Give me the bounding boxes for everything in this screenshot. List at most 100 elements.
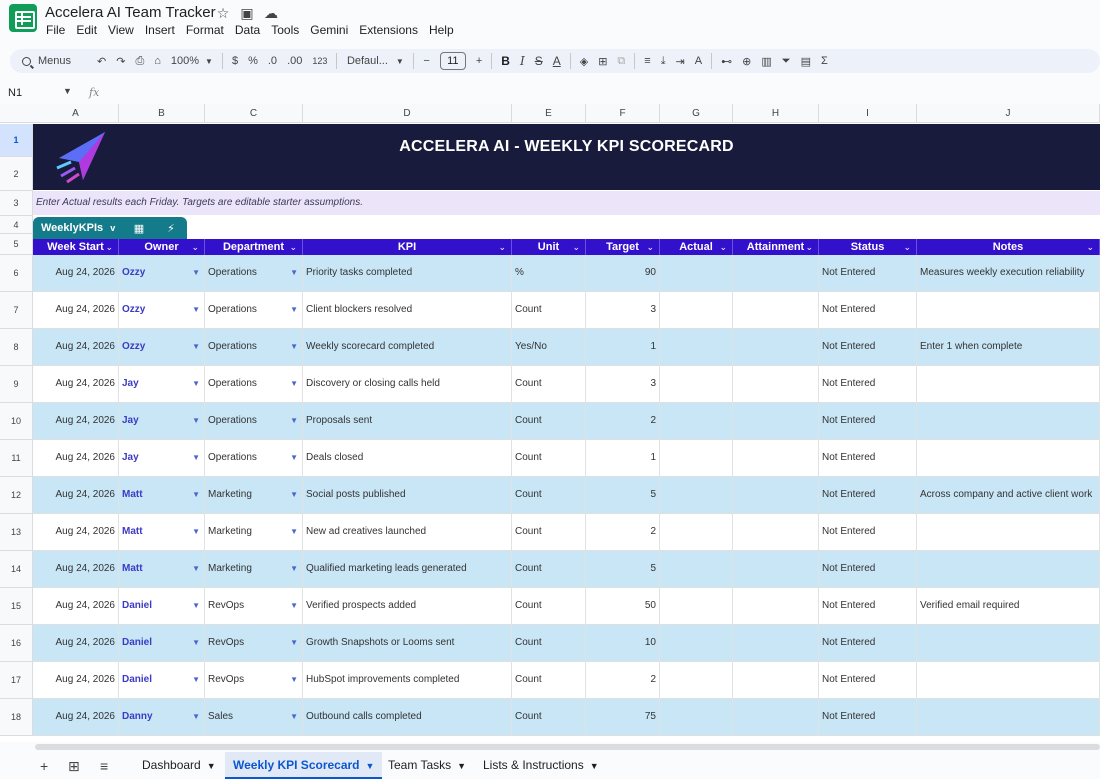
row-header-2[interactable]: 2 xyxy=(0,157,33,191)
undo-icon[interactable]: ↶ xyxy=(92,49,111,73)
owner-cell[interactable]: Ozzy ▼ xyxy=(119,329,205,365)
notes-cell[interactable] xyxy=(917,514,1100,550)
insert-link-icon[interactable]: ⊷ xyxy=(716,49,737,73)
status-cell[interactable]: Not Entered xyxy=(819,514,917,550)
column-header-i[interactable]: I xyxy=(819,104,917,123)
menu-file[interactable]: File xyxy=(46,23,65,37)
percent-format-button[interactable]: % xyxy=(243,49,263,73)
search-menus-button[interactable]: Menus xyxy=(10,49,92,73)
kpi-cell[interactable]: Deals closed xyxy=(303,440,512,476)
week-start-cell[interactable]: Aug 24, 2026 xyxy=(33,292,119,328)
notes-cell[interactable] xyxy=(917,699,1100,735)
text-rotation-icon[interactable]: A xyxy=(690,49,707,73)
sheet-tab-weekly-kpi-scorecard[interactable]: Weekly KPI Scorecard ▼ xyxy=(225,752,383,779)
actual-cell[interactable] xyxy=(660,662,733,698)
target-cell[interactable]: 3 xyxy=(586,366,660,402)
notes-cell[interactable] xyxy=(917,625,1100,661)
decrease-decimal-button[interactable]: .0 xyxy=(263,49,282,73)
paint-format-icon[interactable]: ⌂ xyxy=(149,49,166,73)
target-cell[interactable]: 50 xyxy=(586,588,660,624)
table-header-cell[interactable]: Attainment ⌄ xyxy=(733,239,819,255)
dropdown-chevron-icon[interactable]: ▼ xyxy=(192,440,200,476)
unit-cell[interactable]: Count xyxy=(512,625,586,661)
actual-cell[interactable] xyxy=(660,329,733,365)
actual-cell[interactable] xyxy=(660,477,733,513)
document-title[interactable]: Accelera AI Team Tracker xyxy=(45,4,216,21)
column-header-f[interactable]: F xyxy=(586,104,660,123)
functions-icon[interactable]: Σ xyxy=(816,49,833,73)
column-filter-chevron-icon[interactable]: ⌄ xyxy=(1086,239,1094,255)
italic-button[interactable]: I xyxy=(515,49,530,73)
table-header-cell[interactable]: Actual ⌄ xyxy=(660,239,733,255)
notes-cell[interactable] xyxy=(917,366,1100,402)
dropdown-chevron-icon[interactable]: ▼ xyxy=(192,699,200,735)
owner-cell[interactable]: Danny ▼ xyxy=(119,699,205,735)
kpi-cell[interactable]: HubSpot improvements completed xyxy=(303,662,512,698)
unit-cell[interactable]: Count xyxy=(512,477,586,513)
dropdown-chevron-icon[interactable]: ▼ xyxy=(290,551,298,587)
dropdown-chevron-icon[interactable]: ▼ xyxy=(290,366,298,402)
table-header-cell[interactable]: KPI ⌄ xyxy=(303,239,512,255)
unit-cell[interactable]: Count xyxy=(512,662,586,698)
attainment-cell[interactable] xyxy=(733,403,819,439)
add-sheet-icon[interactable]: + xyxy=(40,758,48,774)
notes-cell[interactable] xyxy=(917,662,1100,698)
status-cell[interactable]: Not Entered xyxy=(819,292,917,328)
row-header-18[interactable]: 18 xyxy=(0,699,33,736)
notes-cell[interactable]: Across company and active client work xyxy=(917,477,1100,513)
table-header-cell[interactable]: Status ⌄ xyxy=(819,239,917,255)
actual-cell[interactable] xyxy=(660,625,733,661)
dropdown-chevron-icon[interactable]: ▼ xyxy=(192,662,200,698)
department-cell[interactable]: RevOps ▼ xyxy=(205,625,303,661)
kpi-cell[interactable]: Weekly scorecard completed xyxy=(303,329,512,365)
increase-decimal-button[interactable]: .00 xyxy=(282,49,307,73)
font-select[interactable]: Defaul... ▼ xyxy=(341,49,409,73)
actual-cell[interactable] xyxy=(660,588,733,624)
target-cell[interactable]: 3 xyxy=(586,292,660,328)
font-size-field[interactable]: 11 xyxy=(435,49,471,73)
column-filter-chevron-icon[interactable]: ⌄ xyxy=(719,239,727,255)
dropdown-chevron-icon[interactable]: ▼ xyxy=(192,329,200,365)
row-header-1[interactable]: 1 xyxy=(0,124,33,157)
status-cell[interactable]: Not Entered xyxy=(819,662,917,698)
attainment-cell[interactable] xyxy=(733,255,819,291)
department-cell[interactable]: Operations ▼ xyxy=(205,366,303,402)
column-header-e[interactable]: E xyxy=(512,104,586,123)
week-start-cell[interactable]: Aug 24, 2026 xyxy=(33,551,119,587)
department-cell[interactable]: Operations ▼ xyxy=(205,329,303,365)
dropdown-chevron-icon[interactable]: ▼ xyxy=(290,255,298,291)
attainment-cell[interactable] xyxy=(733,551,819,587)
currency-format-button[interactable]: $ xyxy=(227,49,243,73)
chevron-down-icon[interactable]: ▼ xyxy=(63,86,72,96)
column-header-h[interactable]: H xyxy=(733,104,819,123)
column-filter-chevron-icon[interactable]: ⌄ xyxy=(805,239,813,255)
attainment-cell[interactable] xyxy=(733,329,819,365)
row-header-9[interactable]: 9 xyxy=(0,366,33,403)
smart-fill-icon[interactable]: ⚡ xyxy=(155,222,187,235)
attainment-cell[interactable] xyxy=(733,514,819,550)
week-start-cell[interactable]: Aug 24, 2026 xyxy=(33,329,119,365)
actual-cell[interactable] xyxy=(660,699,733,735)
dropdown-chevron-icon[interactable]: ▼ xyxy=(192,477,200,513)
dropdown-chevron-icon[interactable]: ▼ xyxy=(290,662,298,698)
actual-cell[interactable] xyxy=(660,292,733,328)
table-name-tab[interactable]: WeeklyKPIs v ▦ ⚡ xyxy=(33,217,187,239)
row-header-12[interactable]: 12 xyxy=(0,477,33,514)
text-wrap-icon[interactable]: ⇥ xyxy=(671,49,690,73)
status-cell[interactable]: Not Entered xyxy=(819,699,917,735)
owner-cell[interactable]: Jay ▼ xyxy=(119,366,205,402)
unit-cell[interactable]: Count xyxy=(512,440,586,476)
menu-edit[interactable]: Edit xyxy=(76,23,97,37)
notes-cell[interactable] xyxy=(917,403,1100,439)
attainment-cell[interactable] xyxy=(733,477,819,513)
owner-cell[interactable]: Daniel ▼ xyxy=(119,625,205,661)
department-cell[interactable]: Operations ▼ xyxy=(205,255,303,291)
unit-cell[interactable]: % xyxy=(512,255,586,291)
menu-tools[interactable]: Tools xyxy=(271,23,299,37)
attainment-cell[interactable] xyxy=(733,699,819,735)
dropdown-chevron-icon[interactable]: ▼ xyxy=(290,699,298,735)
row-header-4[interactable]: 4 xyxy=(0,216,33,234)
target-cell[interactable]: 5 xyxy=(586,477,660,513)
owner-cell[interactable]: Ozzy ▼ xyxy=(119,255,205,291)
chevron-down-icon[interactable]: ▼ xyxy=(590,761,599,771)
